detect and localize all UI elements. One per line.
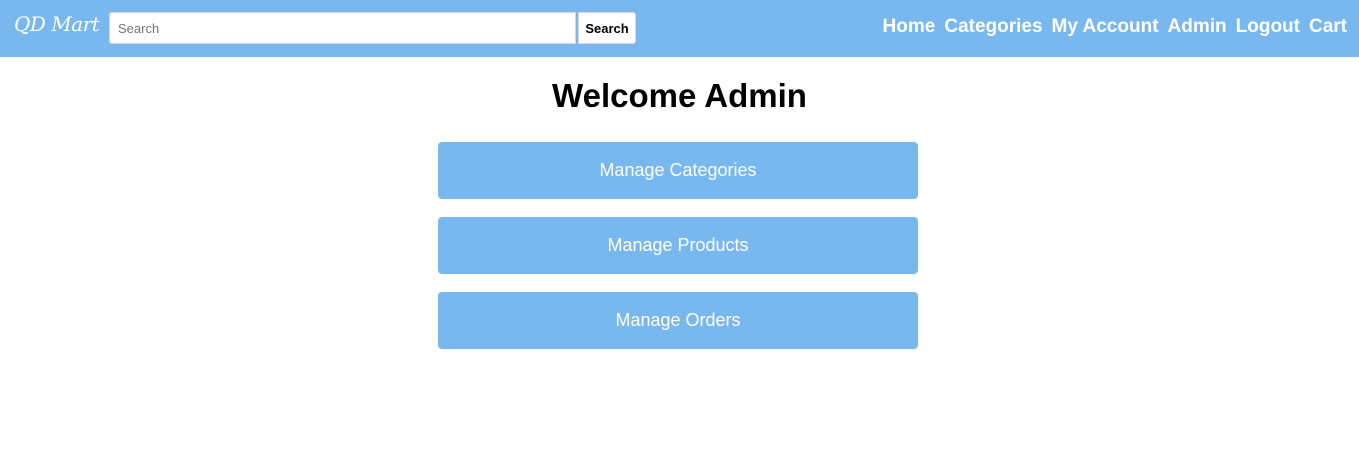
- nav-cart-link[interactable]: Cart: [1309, 16, 1347, 38]
- nav-categories-link[interactable]: Categories: [944, 16, 1042, 38]
- search-button[interactable]: Search: [578, 12, 636, 44]
- page-title: Welcome Admin: [552, 77, 807, 114]
- search-input[interactable]: [109, 12, 576, 44]
- manage-categories-button[interactable]: Manage Categories: [438, 142, 918, 199]
- site-logo[interactable]: QD Mart: [14, 12, 100, 36]
- main-nav: Home Categories My Account Admin Logout …: [883, 16, 1347, 38]
- manage-orders-button[interactable]: Manage Orders: [438, 292, 918, 349]
- nav-logout-link[interactable]: Logout: [1236, 16, 1300, 38]
- top-navbar: QD Mart Search Home Categories My Accoun…: [0, 0, 1359, 57]
- nav-my-account-link[interactable]: My Account: [1052, 16, 1159, 38]
- manage-products-button[interactable]: Manage Products: [438, 217, 918, 274]
- nav-admin-link[interactable]: Admin: [1168, 16, 1227, 38]
- nav-home-link[interactable]: Home: [883, 16, 936, 38]
